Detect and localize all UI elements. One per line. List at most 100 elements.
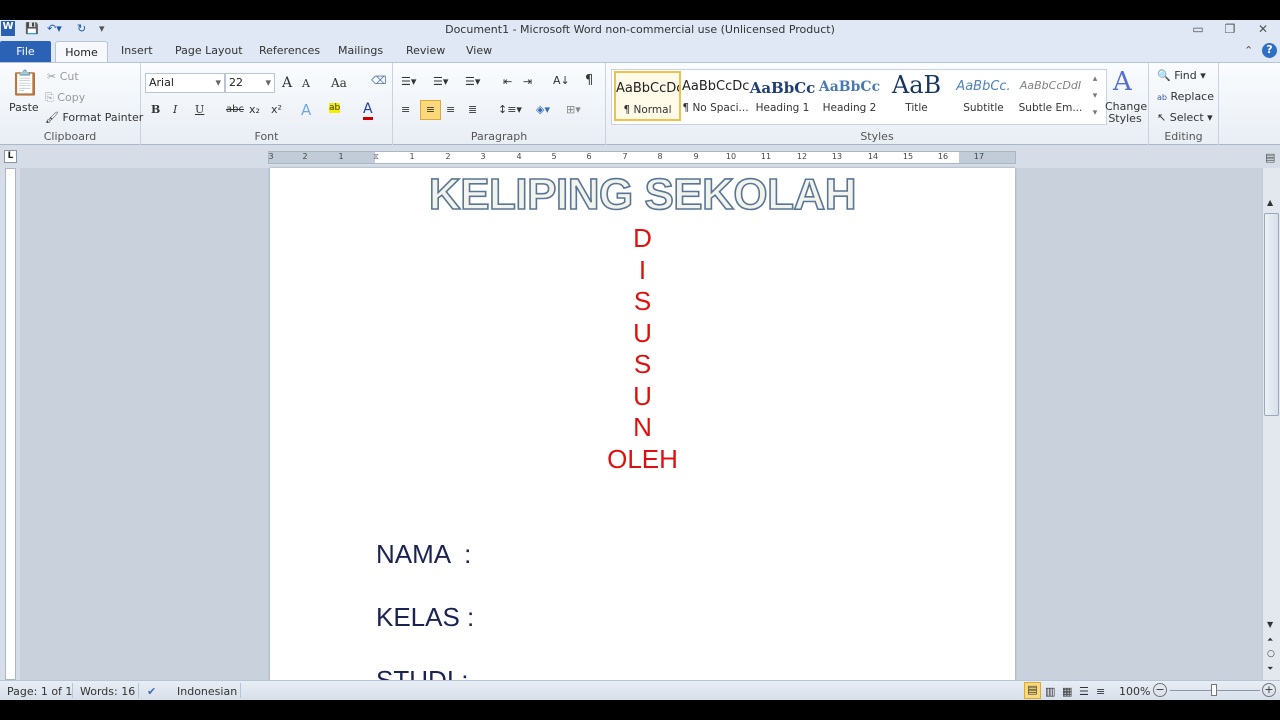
- editing-label: Editing: [1164, 130, 1203, 143]
- subscript-button[interactable]: x₂: [249, 103, 260, 116]
- vertical-letter: U: [633, 318, 652, 348]
- style-no-spacing[interactable]: AaBbCcDc ¶ No Spaci...: [682, 71, 749, 121]
- change-styles-button[interactable]: Change Styles: [1105, 101, 1147, 125]
- bullets-icon[interactable]: ☰▾: [401, 75, 416, 88]
- tab-review[interactable]: Review: [398, 44, 453, 57]
- superscript-button[interactable]: x²: [271, 103, 282, 116]
- decrease-indent-icon[interactable]: ⇤: [503, 75, 512, 88]
- horizontal-ruler[interactable]: 3 2 1 ⧖ 1 2 3 4 5 6 7 8 9 10 11 12 13 14 15 16 17: [268, 151, 1016, 164]
- tab-view[interactable]: View: [458, 44, 500, 57]
- close-icon[interactable]: ✕: [1248, 22, 1278, 36]
- style-normal[interactable]: AaBbCcDc ¶ Normal: [614, 71, 681, 121]
- grow-font-button[interactable]: A: [282, 75, 292, 91]
- style-subtitle[interactable]: AaBbCc. Subtitle: [950, 71, 1017, 121]
- print-layout-icon[interactable]: ▤: [1024, 682, 1041, 699]
- paste-icon[interactable]: 📋: [10, 69, 40, 97]
- format-painter-button[interactable]: Format Painter: [62, 111, 143, 124]
- ribbon-tabs: File Home Insert Page Layout References …: [0, 40, 1280, 63]
- shrink-font-button[interactable]: A: [302, 77, 310, 90]
- style-title[interactable]: AaB Title: [883, 71, 950, 121]
- status-bar: Page: 1 of 1 Words: 16 ✔ Indonesian ▤ ▥ …: [0, 680, 1280, 700]
- tab-file[interactable]: File: [0, 41, 51, 63]
- align-right-icon[interactable]: ≡: [446, 103, 455, 116]
- scrollbar-thumb[interactable]: [1264, 213, 1279, 416]
- tab-selector-icon[interactable]: L: [4, 150, 17, 163]
- change-case-button[interactable]: Aa: [331, 76, 347, 90]
- font-size-select[interactable]: 22 ▾: [225, 73, 275, 93]
- bold-button[interactable]: B: [151, 103, 160, 116]
- vertical-ruler[interactable]: [0, 168, 20, 680]
- font-name-select[interactable]: Arial ▾: [145, 73, 225, 93]
- kelas-field: KELAS :: [376, 602, 475, 632]
- cut-button[interactable]: Cut: [60, 70, 79, 83]
- scroll-down-icon[interactable]: ▼: [1267, 620, 1273, 629]
- line-spacing-icon[interactable]: ↕≡▾: [498, 103, 522, 116]
- justify-icon[interactable]: ≣: [468, 103, 477, 116]
- minimize-icon[interactable]: ▭: [1183, 22, 1213, 36]
- paste-button[interactable]: Paste: [9, 101, 39, 114]
- help-icon[interactable]: ?: [1262, 43, 1277, 58]
- restore-icon[interactable]: ❐: [1215, 22, 1245, 36]
- outline-icon[interactable]: ☰: [1079, 685, 1089, 698]
- strikethrough-button[interactable]: abc: [226, 104, 244, 115]
- show-formatting-button[interactable]: ¶: [585, 73, 593, 88]
- style-subtle-emphasis[interactable]: AaBbCcDdI Subtle Em...: [1017, 71, 1084, 121]
- previous-page-icon[interactable]: ⏶: [1267, 635, 1273, 645]
- shading-icon[interactable]: ◈▾: [536, 103, 550, 116]
- tab-home[interactable]: Home: [55, 41, 108, 63]
- copy-button[interactable]: Copy: [57, 91, 85, 104]
- multilevel-list-icon[interactable]: ☰▾: [465, 75, 480, 88]
- text-effects-icon[interactable]: A: [301, 101, 311, 119]
- vertical-letter: S: [633, 349, 652, 379]
- clear-formatting-icon[interactable]: ⌫: [371, 74, 387, 87]
- styles-scroll-icon[interactable]: ▴ ▾ ▾: [1088, 71, 1102, 122]
- next-page-icon[interactable]: ⏷: [1267, 664, 1273, 674]
- clipboard-group: 📋 Paste ✂ Cut ⎘ Copy 🖌 Format Painter Cl…: [0, 63, 143, 145]
- select-browse-object-icon[interactable]: ○: [1267, 649, 1275, 659]
- underline-button[interactable]: U: [195, 103, 204, 116]
- word-count[interactable]: Words: 16: [80, 685, 135, 698]
- vertical-letter: S: [633, 286, 652, 316]
- change-styles-icon[interactable]: A: [1113, 67, 1132, 97]
- language[interactable]: Indonesian: [177, 685, 237, 698]
- sort-icon[interactable]: A↓: [553, 74, 570, 87]
- proofing-icon[interactable]: ✔: [147, 685, 156, 698]
- draft-icon[interactable]: ≡: [1096, 685, 1105, 698]
- window-title: Document1 - Microsoft Word non-commercia…: [445, 23, 835, 36]
- view-ruler-icon[interactable]: ▤: [1265, 151, 1275, 164]
- style-heading-2[interactable]: AaBbCc Heading 2: [816, 71, 883, 121]
- scroll-up-icon[interactable]: ▲: [1267, 198, 1273, 207]
- tab-mailings[interactable]: Mailings: [330, 44, 391, 57]
- zoom-out-icon[interactable]: −: [1153, 683, 1167, 697]
- document-page[interactable]: KELIPING SEKOLAH D I S U S U N OLEH NAMA…: [270, 168, 1015, 680]
- vertical-letter: U: [633, 381, 652, 411]
- web-layout-icon[interactable]: ▦: [1062, 685, 1072, 698]
- tab-insert[interactable]: Insert: [113, 44, 161, 57]
- tab-references[interactable]: References: [251, 44, 328, 57]
- style-heading-1[interactable]: AaBbCc Heading 1: [749, 71, 816, 121]
- ribbon: 📋 Paste ✂ Cut ⎘ Copy 🖌 Format Painter Cl…: [0, 62, 1280, 145]
- full-screen-reading-icon[interactable]: ▥: [1045, 685, 1055, 698]
- zoom-level[interactable]: 100%: [1119, 685, 1150, 698]
- align-left-icon[interactable]: ≡: [401, 103, 410, 116]
- page-count[interactable]: Page: 1 of 1: [7, 685, 72, 698]
- styles-group: AaBbCcDc ¶ Normal AaBbCcDc ¶ No Spaci... A…: [606, 63, 1149, 145]
- numbering-icon[interactable]: ☰▾: [433, 75, 448, 88]
- font-group: Arial ▾ 22 ▾ A A Aa ⌫ B I U abc x₂ x² A ab…: [141, 63, 393, 145]
- zoom-in-icon[interactable]: +: [1262, 683, 1276, 697]
- find-button[interactable]: Find: [1174, 69, 1197, 82]
- increase-indent-icon[interactable]: ⇥: [523, 75, 532, 88]
- replace-button[interactable]: Replace: [1170, 90, 1214, 103]
- clipboard-label: Clipboard: [43, 130, 97, 143]
- indent-marker-icon[interactable]: ⧖: [369, 152, 383, 162]
- borders-icon[interactable]: ⊞▾: [566, 103, 581, 116]
- select-button[interactable]: Select: [1170, 111, 1204, 124]
- italic-button[interactable]: I: [173, 103, 177, 116]
- tab-page-layout[interactable]: Page Layout: [167, 44, 251, 57]
- select-icon: ↖: [1157, 111, 1167, 124]
- highlight-button[interactable]: ab: [329, 103, 341, 113]
- zoom-slider-thumb[interactable]: [1211, 684, 1217, 696]
- font-color-button[interactable]: A: [363, 101, 373, 120]
- align-center-icon[interactable]: ≡: [420, 100, 441, 120]
- minimize-ribbon-icon[interactable]: ⌃: [1244, 44, 1253, 57]
